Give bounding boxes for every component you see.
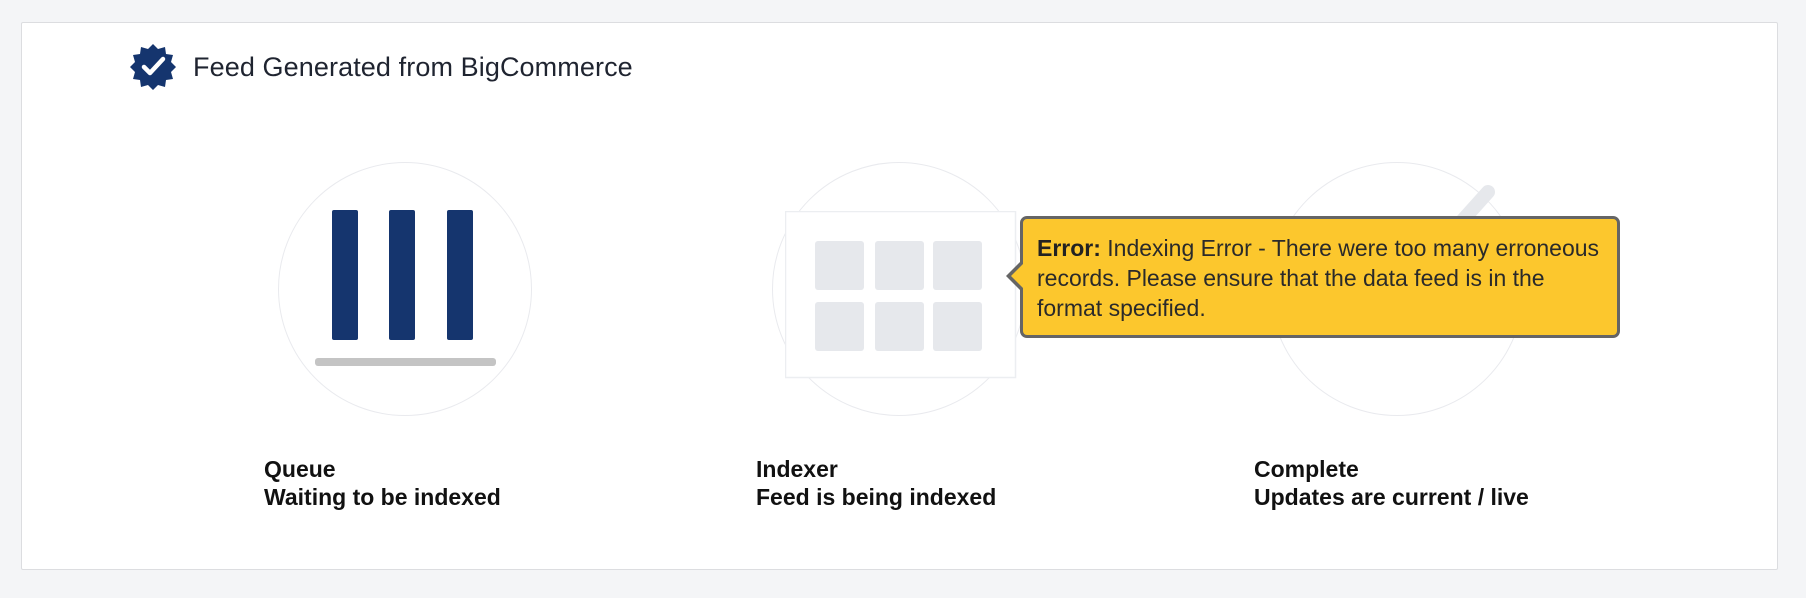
error-label: Error:	[1037, 235, 1101, 261]
queue-stage-text: Queue Waiting to be indexed	[264, 455, 501, 511]
stage-description: Feed is being indexed	[756, 484, 997, 510]
queue-bars-icon	[312, 208, 498, 373]
indexer-stage-text: Indexer Feed is being indexed	[756, 455, 996, 511]
badge-check-icon	[128, 42, 178, 92]
stage-name: Complete	[1254, 456, 1359, 482]
tooltip-arrow-fill	[1011, 264, 1023, 288]
indexer-grid-icon	[784, 210, 1017, 384]
stage-name: Queue	[264, 456, 336, 482]
complete-stage-text: Complete Updates are current / live	[1254, 455, 1529, 511]
stage-description: Waiting to be indexed	[264, 484, 501, 510]
error-tooltip: Error: Indexing Error - There were too m…	[1006, 216, 1620, 338]
stage-description: Updates are current / live	[1254, 484, 1529, 510]
stage-name: Indexer	[756, 456, 838, 482]
feed-header: Feed Generated from BigCommerce	[128, 42, 633, 92]
error-message: Indexing Error - There were too many err…	[1037, 235, 1600, 321]
page-title: Feed Generated from BigCommerce	[193, 51, 633, 82]
